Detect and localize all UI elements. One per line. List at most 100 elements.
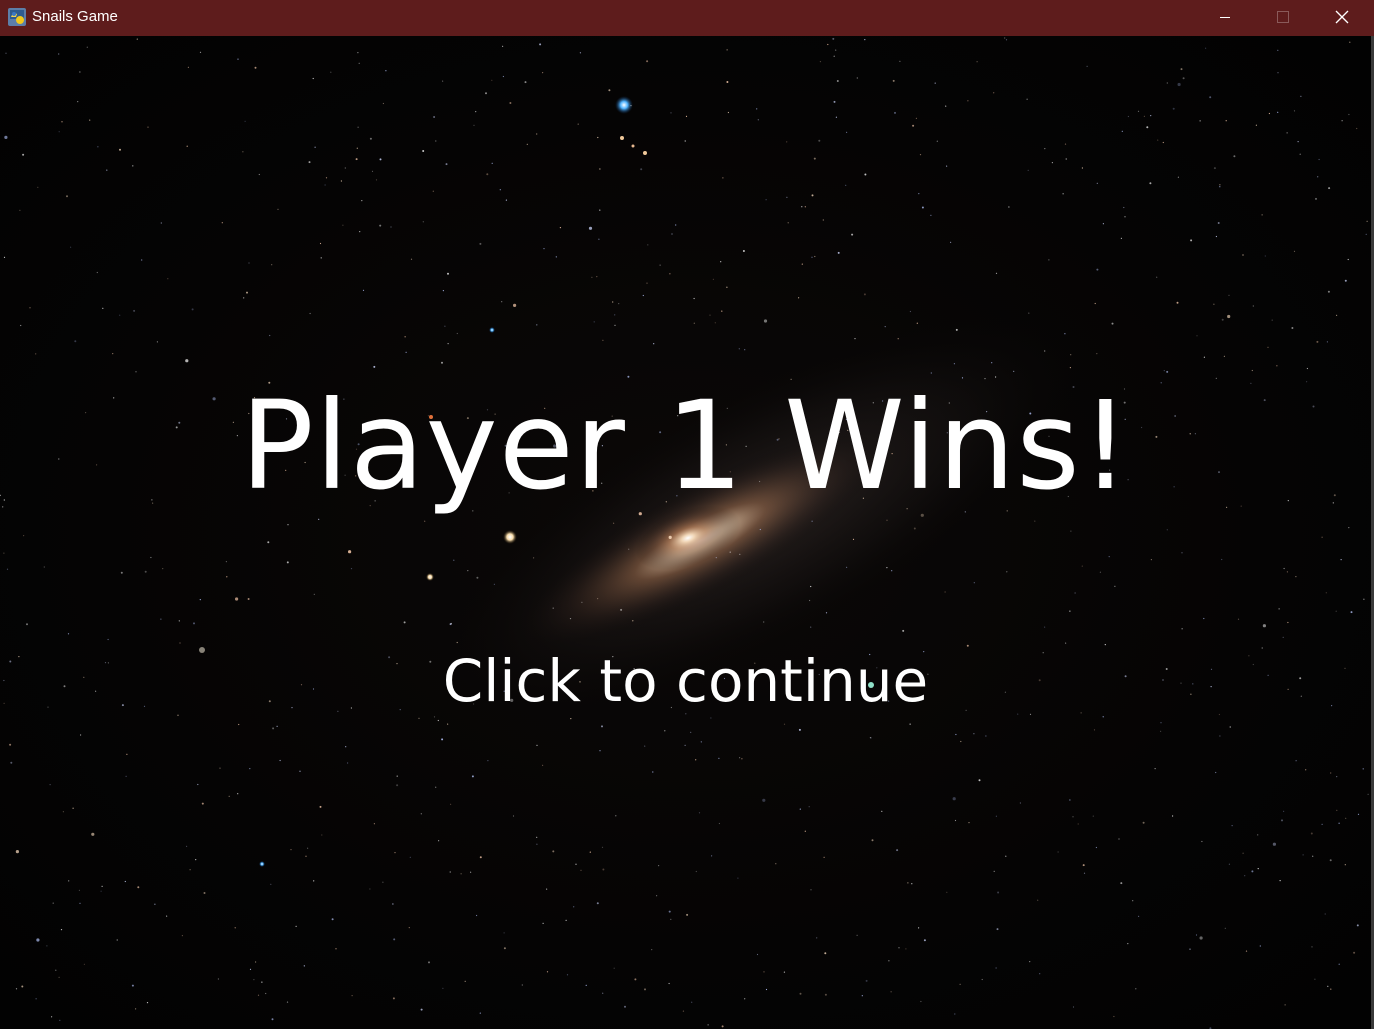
star: [340, 180, 342, 182]
star: [396, 784, 399, 787]
star: [1237, 618, 1240, 620]
game-canvas[interactable]: Player 1 Wins! Click to continue: [0, 36, 1371, 1029]
star: [559, 227, 562, 229]
star: [671, 233, 673, 235]
star: [1083, 872, 1086, 874]
star: [835, 49, 837, 51]
star: [46, 945, 48, 947]
star: [1353, 951, 1356, 954]
star: [449, 871, 451, 873]
maximize-button[interactable]: [1254, 0, 1312, 34]
star: [596, 902, 599, 905]
star: [226, 576, 228, 578]
star: [1162, 141, 1164, 144]
minimize-button[interactable]: [1196, 0, 1254, 34]
star: [249, 968, 252, 971]
star: [1277, 72, 1279, 74]
star: [20, 324, 22, 327]
title-bar[interactable]: Snails Game: [0, 0, 1374, 36]
star: [659, 264, 661, 266]
star: [1149, 182, 1152, 185]
star: [823, 856, 825, 858]
star: [257, 994, 260, 996]
star: [1150, 559, 1152, 561]
star: [675, 224, 677, 226]
star: [435, 140, 437, 142]
star: [1336, 776, 1338, 778]
star: [1279, 880, 1281, 882]
star: [811, 256, 813, 258]
star: [718, 757, 720, 760]
star: [573, 906, 575, 908]
star: [698, 812, 701, 814]
star: [344, 167, 346, 169]
star: [786, 141, 788, 143]
star: [1215, 235, 1217, 238]
star: [392, 997, 395, 1000]
star: [669, 273, 671, 275]
star: [832, 37, 835, 40]
star: [798, 728, 801, 731]
star: [270, 883, 272, 885]
star: [1118, 838, 1120, 840]
star: [479, 1012, 481, 1014]
star: [1095, 846, 1097, 849]
star: [1295, 576, 1297, 578]
star: [3, 256, 6, 258]
star: [1138, 915, 1140, 918]
star: [1029, 961, 1031, 963]
star: [361, 200, 363, 202]
close-button[interactable]: [1313, 0, 1371, 34]
star: [1219, 186, 1221, 188]
star: [1135, 988, 1137, 990]
star: [1070, 530, 1072, 532]
star: [35, 353, 37, 355]
star: [271, 1018, 274, 1021]
star: [786, 196, 788, 198]
star: [101, 885, 103, 888]
star: [1345, 817, 1347, 819]
star: [936, 140, 938, 142]
star: [632, 620, 634, 622]
star: [819, 61, 822, 63]
star: [479, 856, 482, 859]
star: [620, 136, 624, 140]
star: [26, 623, 28, 626]
star: [390, 226, 392, 228]
star: [1283, 567, 1285, 570]
star: [132, 165, 134, 167]
star: [193, 622, 195, 625]
star: [1244, 875, 1246, 877]
star: [503, 932, 505, 934]
star: [442, 80, 444, 82]
click-to-continue-prompt[interactable]: Click to continue: [0, 641, 1371, 721]
star: [1259, 945, 1261, 947]
star: [597, 598, 599, 600]
star: [915, 117, 918, 119]
star: [1278, 608, 1280, 610]
star: [1019, 802, 1022, 804]
star: [624, 1005, 626, 1008]
star: [290, 849, 292, 851]
star: [722, 177, 724, 179]
star: [80, 734, 82, 736]
star: [1203, 356, 1205, 358]
star: [602, 339, 604, 341]
python-icon: [8, 8, 26, 26]
star: [505, 199, 507, 201]
star: [783, 723, 786, 725]
star: [783, 971, 786, 973]
star: [714, 322, 716, 324]
star: [543, 248, 545, 250]
star: [77, 101, 79, 103]
star: [1344, 864, 1346, 866]
star: [166, 915, 168, 917]
star: [644, 745, 646, 747]
star: [763, 319, 768, 323]
star: [314, 146, 316, 148]
star: [420, 1008, 423, 1011]
star: [258, 173, 260, 176]
maximize-icon: [1277, 11, 1289, 23]
star: [1070, 354, 1072, 356]
star: [59, 1019, 61, 1022]
